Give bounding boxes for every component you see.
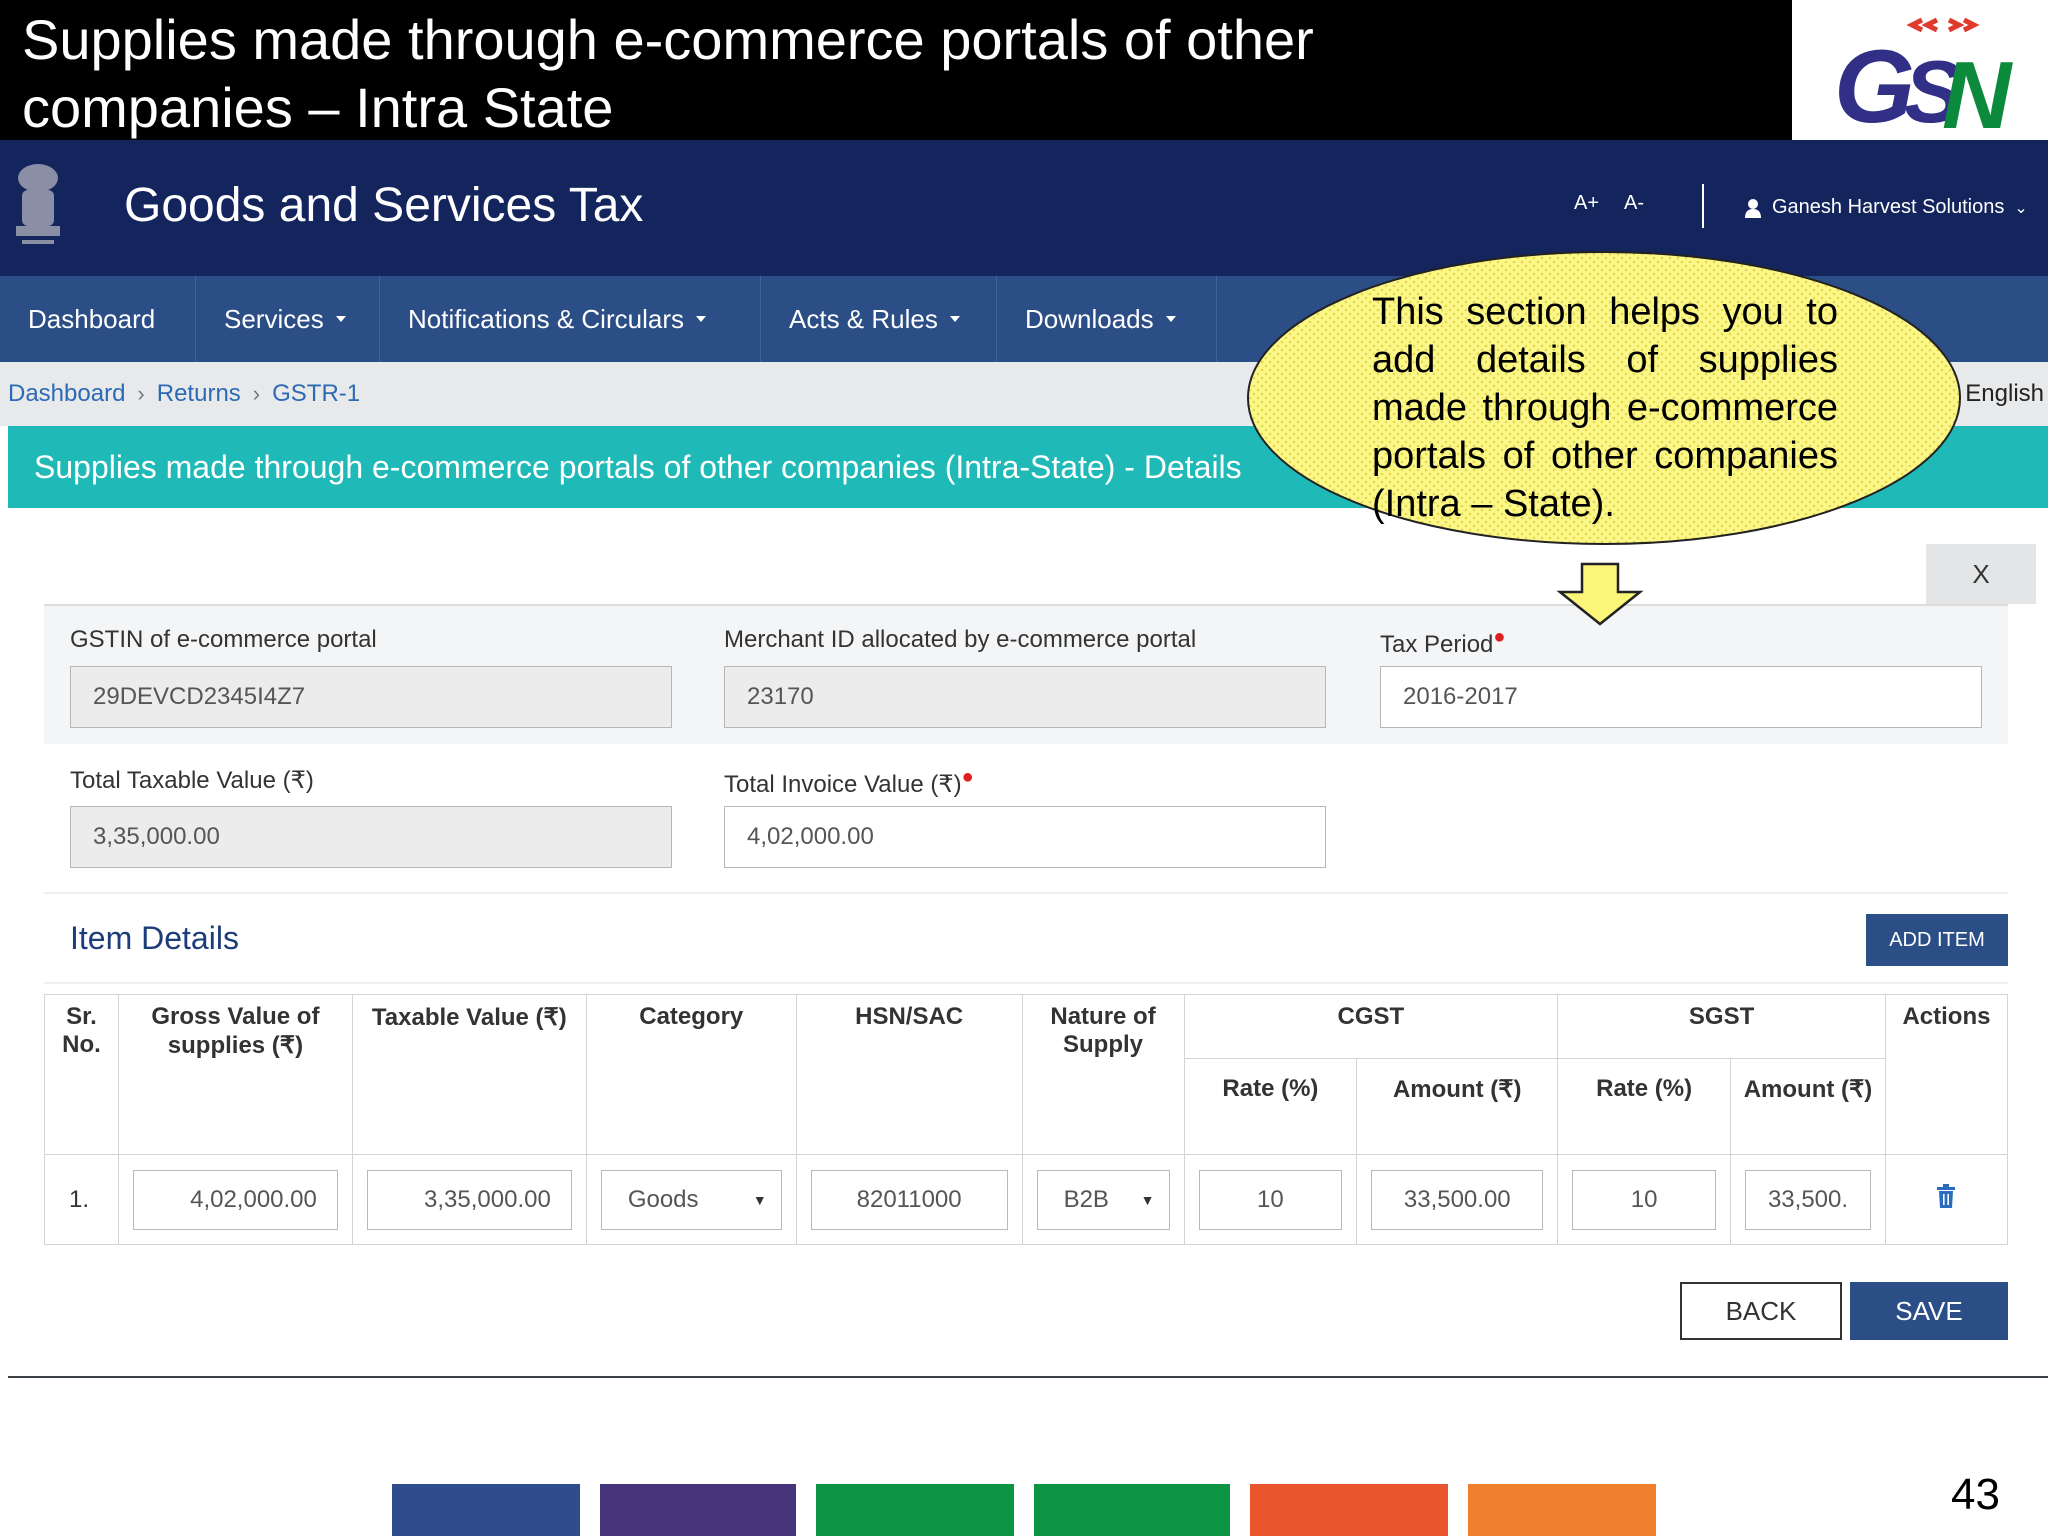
back-button[interactable]: BACK: [1680, 1282, 1842, 1340]
tax-period-label: Tax Period●: [1380, 626, 1505, 659]
breadcrumb-returns[interactable]: Returns: [157, 380, 241, 408]
header-category: Category: [585, 994, 797, 1155]
cgst-rate-input[interactable]: 10: [1198, 1169, 1343, 1230]
header-sr-no: Sr. No.: [44, 994, 119, 1155]
merchant-id-field[interactable]: 23170: [724, 666, 1326, 728]
caret-down-icon: [335, 316, 346, 322]
gst-portal-title: Goods and Services Tax: [124, 179, 644, 232]
nav-services-label: Services: [224, 303, 324, 334]
gsn-logo: G S N: [1792, 0, 2048, 149]
page-number: 43: [1951, 1470, 2000, 1519]
nature-of-supply-value: B2B: [1063, 1185, 1109, 1213]
nav-services[interactable]: Services: [196, 276, 380, 362]
nav-downloads-label: Downloads: [1025, 303, 1154, 334]
table-row: 1. 4,02,000.00 3,35,000.00 Goods ▼ 820110…: [44, 1154, 2009, 1245]
total-invoice-field[interactable]: 4,02,000.00: [724, 806, 1326, 868]
slide-title-line-1: Supplies made through e-commerce portals…: [22, 8, 1314, 71]
dropdown-arrow-icon: ▼: [1140, 1191, 1155, 1208]
tax-period-field[interactable]: 2016-2017: [1380, 666, 1982, 728]
sgst-rate-input[interactable]: 10: [1572, 1169, 1717, 1230]
svg-text:N: N: [1942, 42, 2013, 140]
header-sgst: SGST: [1557, 994, 1886, 1059]
total-taxable-field[interactable]: 3,35,000.00: [70, 806, 672, 868]
footer-bar-4: [1034, 1484, 1230, 1536]
header-cgst-amount: Amount (₹): [1356, 1058, 1559, 1155]
row-sr-no: 1.: [44, 1154, 119, 1245]
nature-of-supply-select[interactable]: B2B ▼: [1036, 1169, 1170, 1230]
nav-acts-rules[interactable]: Acts & Rules: [761, 276, 997, 362]
font-decrease-button[interactable]: A-: [1624, 192, 1644, 215]
header-actions: Actions: [1884, 994, 2009, 1155]
caret-down-icon: [949, 316, 960, 322]
footer-bar-2: [600, 1484, 796, 1536]
national-emblem-icon: [8, 156, 68, 256]
section-divider: [44, 982, 2008, 984]
required-marker: ●: [1493, 626, 1506, 648]
total-taxable-label: Total Taxable Value (₹): [70, 767, 314, 794]
chevron-right-icon: ›: [252, 381, 261, 406]
section-divider: [44, 892, 2008, 894]
callout-text: This section helps you to add details of…: [1372, 291, 1838, 525]
add-item-button[interactable]: ADD ITEM: [1866, 914, 2008, 966]
footer-bar-1: [392, 1484, 580, 1536]
gstin-field[interactable]: 29DEVCD2345I4Z7: [70, 666, 672, 728]
gstin-label: GSTIN of e-commerce portal: [70, 626, 377, 653]
header-hsn-sac: HSN/SAC: [795, 994, 1023, 1155]
user-menu[interactable]: Ganesh Harvest Solutions ⌄: [1744, 196, 2028, 219]
header-cgst-rate: Rate (%): [1183, 1058, 1358, 1155]
item-details-table: Sr. No. Gross Value of supplies (₹) Taxa…: [44, 994, 2009, 1245]
cgst-amount-input[interactable]: 33,500.00: [1371, 1169, 1544, 1230]
header-divider: [1702, 184, 1704, 228]
chevron-down-icon: ⌄: [2014, 199, 2028, 217]
header-cgst: CGST: [1183, 994, 1559, 1059]
slide-title: Supplies made through e-commerce portals…: [0, 0, 1792, 140]
trash-icon[interactable]: [1936, 1184, 1956, 1208]
nav-notifications-label: Notifications & Circulars: [408, 303, 684, 334]
breadcrumb-gstr1[interactable]: GSTR-1: [272, 380, 360, 408]
nav-dashboard[interactable]: Dashboard: [0, 276, 196, 362]
caret-down-icon: [695, 316, 706, 322]
user-name: Ganesh Harvest Solutions: [1772, 196, 2005, 218]
tax-period-label-text: Tax Period: [1380, 631, 1494, 658]
nav-notifications[interactable]: Notifications & Circulars: [380, 276, 761, 362]
header-gross-value: Gross Value of supplies (₹): [117, 994, 353, 1155]
save-button[interactable]: SAVE: [1850, 1282, 2008, 1340]
row-actions: [1884, 1154, 2009, 1245]
total-invoice-label-text: Total Invoice Value (₹): [724, 771, 962, 798]
header-taxable-value: Taxable Value (₹): [351, 994, 587, 1155]
nav-downloads[interactable]: Downloads: [997, 276, 1217, 362]
header-sgst-rate: Rate (%): [1557, 1058, 1732, 1155]
caret-down-icon: [1165, 316, 1176, 322]
user-icon: [1745, 198, 1761, 218]
nav-dashboard-label: Dashboard: [28, 303, 156, 334]
hsn-sac-input[interactable]: 82011000: [810, 1169, 1008, 1230]
footer-bar-5: [1250, 1484, 1448, 1536]
dropdown-arrow-icon: ▼: [752, 1191, 767, 1208]
category-value: Goods: [627, 1185, 699, 1213]
gross-value-input[interactable]: 4,02,000.00: [132, 1169, 338, 1230]
required-marker: ●: [961, 766, 974, 788]
sgst-amount-input[interactable]: 33,500.: [1745, 1169, 1871, 1230]
callout-arrow-icon: [1556, 562, 1644, 626]
breadcrumb-dashboard[interactable]: Dashboard: [8, 380, 125, 408]
merchant-id-label: Merchant ID allocated by e-commerce port…: [724, 626, 1197, 653]
footer-bar-3: [816, 1484, 1014, 1536]
nav-acts-rules-label: Acts & Rules: [789, 303, 938, 334]
header-nature-of-supply: Nature of Supply: [1021, 994, 1185, 1155]
category-select[interactable]: Goods ▼: [600, 1169, 782, 1230]
item-details-title: Item Details: [70, 920, 239, 956]
total-invoice-label: Total Invoice Value (₹)●: [724, 766, 974, 799]
svg-text:G: G: [1834, 29, 1915, 140]
footer-bar-6: [1468, 1484, 1656, 1536]
slide-title-line-2: companies – Intra State: [22, 76, 614, 139]
font-increase-button[interactable]: A+: [1574, 192, 1599, 215]
chevron-right-icon: ›: [137, 381, 145, 406]
language-selector[interactable]: English: [1965, 380, 2044, 408]
header-sgst-amount: Amount (₹): [1730, 1058, 1886, 1155]
taxable-value-input[interactable]: 3,35,000.00: [366, 1169, 572, 1230]
